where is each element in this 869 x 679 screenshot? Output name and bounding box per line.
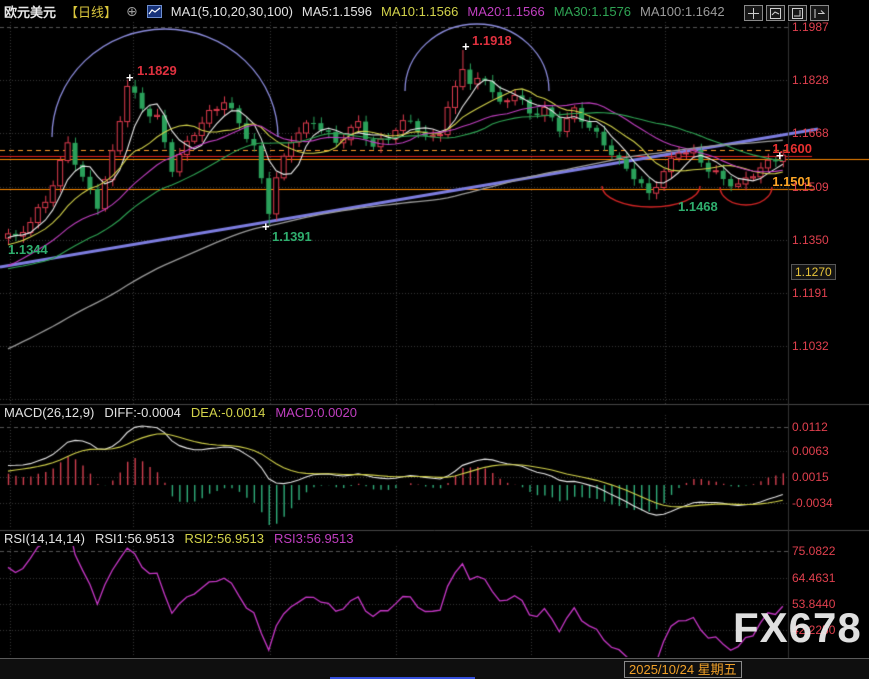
rsi-params-label: RSI(14,14,14) bbox=[4, 531, 85, 546]
add-indicator-icon[interactable]: ⊕ bbox=[126, 3, 138, 20]
time-axis-strip: 2025/10/24 星期五 bbox=[0, 658, 869, 679]
main-y-tick: 1.1668 bbox=[792, 127, 829, 139]
chart-header: 欧元美元 【日线】 ⊕ MA1(5,10,20,30,100) MA5:1.15… bbox=[4, 0, 725, 22]
price-annotation: 1.1918 bbox=[472, 33, 512, 48]
chart-type-icon[interactable] bbox=[147, 5, 162, 18]
indicator-window-icon-button[interactable] bbox=[766, 5, 785, 21]
main-y-tick: 1.1032 bbox=[792, 340, 829, 352]
chart-toolbar bbox=[744, 5, 829, 21]
resistance-level-label: 1.1600 bbox=[720, 142, 812, 155]
cross-marker: + bbox=[262, 219, 270, 234]
main-y-tick: 1.1987 bbox=[792, 21, 829, 33]
rsi-header: RSI(14,14,14) RSI1:56.9513 RSI2:56.9513 … bbox=[4, 531, 353, 546]
rsi3-value: RSI3:56.9513 bbox=[274, 531, 354, 546]
last-date-label: 2025/10/24 星期五 bbox=[624, 661, 742, 678]
ma-params-label: MA1(5,10,20,30,100) bbox=[171, 4, 293, 19]
price-chart-canvas[interactable] bbox=[0, 0, 869, 679]
rsi1-value: RSI1:56.9513 bbox=[95, 531, 175, 546]
macd-y-tick: -0.0034 bbox=[792, 497, 833, 509]
macd-header: MACD(26,12,9) DIFF:-0.0004 DEA:-0.0014 M… bbox=[4, 405, 357, 420]
ma20-value: MA20:1.1566 bbox=[467, 4, 544, 19]
price-annotation: 1.1468 bbox=[678, 199, 718, 214]
main-y-tick: 1.1350 bbox=[792, 234, 829, 246]
main-y-tick: 1.1509 bbox=[792, 181, 829, 193]
ma5-value: MA5:1.1596 bbox=[302, 4, 372, 19]
cross-marker: + bbox=[462, 39, 470, 54]
rsi-y-tick: 64.4631 bbox=[792, 572, 835, 584]
cross-marker: + bbox=[126, 70, 134, 85]
macd-hist-value: MACD:0.0020 bbox=[275, 405, 357, 420]
indicator-arrow-icon-button[interactable] bbox=[788, 5, 807, 21]
macd-diff-value: DIFF:-0.0004 bbox=[104, 405, 181, 420]
ma10-value: MA10:1.1566 bbox=[381, 4, 458, 19]
timeframe-label[interactable]: 【日线】 bbox=[65, 2, 117, 21]
main-y-tick: 1.1191 bbox=[792, 287, 828, 299]
rsi-y-tick: 75.0822 bbox=[792, 545, 835, 557]
price-annotation: 1.1344 bbox=[8, 242, 48, 257]
price-annotation: 1.1391 bbox=[272, 229, 312, 244]
macd-params-label: MACD(26,12,9) bbox=[4, 405, 94, 420]
fx678-watermark: FX678 bbox=[733, 604, 862, 652]
price-annotation: 1.1829 bbox=[137, 63, 177, 78]
ma30-value: MA30:1.1576 bbox=[554, 4, 631, 19]
cross-marker: + bbox=[776, 148, 784, 163]
pane-expand-icon-button[interactable] bbox=[810, 5, 829, 21]
macd-dea-value: DEA:-0.0014 bbox=[191, 405, 265, 420]
rsi2-value: RSI2:56.9513 bbox=[184, 531, 264, 546]
macd-y-tick: 0.0015 bbox=[792, 471, 829, 483]
macd-y-tick: 0.0112 bbox=[792, 421, 828, 433]
symbol-title: 欧元美元 bbox=[4, 2, 56, 21]
macd-y-tick: 0.0063 bbox=[792, 445, 829, 457]
price-alert-label: 1.1270 bbox=[791, 264, 836, 280]
ma100-value: MA100:1.1642 bbox=[640, 4, 725, 19]
main-y-tick: 1.1828 bbox=[792, 74, 829, 86]
crosshair-icon-button[interactable] bbox=[744, 5, 763, 21]
trading-chart-window: 欧元美元 【日线】 ⊕ MA1(5,10,20,30,100) MA5:1.15… bbox=[0, 0, 869, 679]
